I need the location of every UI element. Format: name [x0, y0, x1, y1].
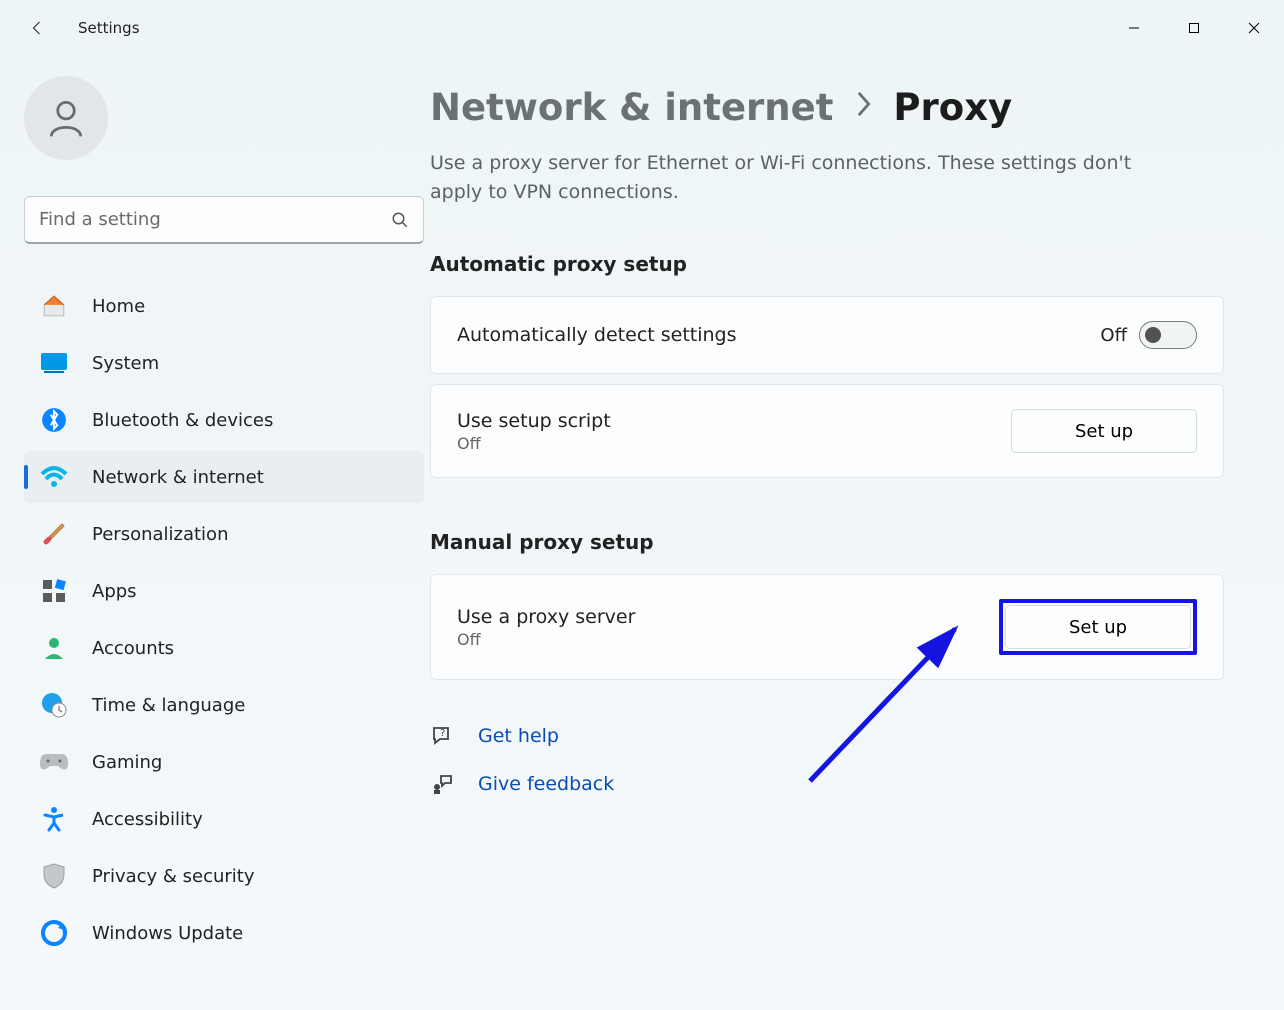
window-controls: [1104, 6, 1284, 50]
maximize-icon: [1188, 22, 1200, 34]
nav-item-personalization[interactable]: Personalization: [24, 508, 424, 560]
link-label: Get help: [478, 725, 559, 747]
nav-item-accounts[interactable]: Accounts: [24, 622, 424, 674]
wifi-icon: [38, 461, 70, 493]
toggle-auto-detect[interactable]: [1139, 321, 1197, 349]
help-icon: ?: [430, 724, 454, 748]
annotation-highlight: Set up: [999, 599, 1197, 655]
nav-item-label: Home: [92, 296, 145, 317]
system-icon: [38, 347, 70, 379]
user-icon: [44, 96, 88, 140]
search-icon: [391, 211, 409, 229]
arrow-left-icon: [29, 19, 47, 37]
search-input[interactable]: [39, 209, 391, 230]
nav-item-bluetooth[interactable]: Bluetooth & devices: [24, 394, 424, 446]
nav-item-label: Accounts: [92, 638, 174, 659]
group-title-manual: Manual proxy setup: [430, 530, 1224, 554]
give-feedback-link[interactable]: Give feedback: [430, 760, 1224, 808]
breadcrumb-current: Proxy: [893, 86, 1012, 129]
nav-item-label: Gaming: [92, 752, 162, 773]
card-state: Off: [457, 434, 1011, 453]
card-setup-script: Use setup script Off Set up: [430, 384, 1224, 478]
nav-item-label: Bluetooth & devices: [92, 410, 273, 431]
close-button[interactable]: [1224, 6, 1284, 50]
main-content: Network & internet Proxy Use a proxy ser…: [430, 56, 1284, 1010]
card-title: Use setup script: [457, 410, 1011, 432]
update-icon: [38, 917, 70, 949]
chevron-right-icon: [853, 90, 873, 125]
apps-icon: [38, 575, 70, 607]
accessibility-icon: [38, 803, 70, 835]
nav-item-label: System: [92, 353, 159, 374]
card-title: Automatically detect settings: [457, 324, 1100, 346]
avatar[interactable]: [24, 76, 108, 160]
proxy-server-setup-button[interactable]: Set up: [1005, 605, 1191, 649]
breadcrumb-parent[interactable]: Network & internet: [430, 86, 833, 129]
toggle-state: Off: [1100, 325, 1127, 346]
button-label: Set up: [1075, 421, 1133, 442]
window-title: Settings: [78, 19, 140, 37]
get-help-link[interactable]: ? Get help: [430, 712, 1224, 760]
nav-item-system[interactable]: System: [24, 337, 424, 389]
nav-item-accessibility[interactable]: Accessibility: [24, 793, 424, 845]
nav-item-label: Apps: [92, 581, 137, 602]
nav-item-label: Privacy & security: [92, 866, 255, 887]
card-title: Use a proxy server: [457, 606, 999, 628]
nav-item-label: Windows Update: [92, 923, 243, 944]
breadcrumb: Network & internet Proxy: [430, 86, 1224, 129]
search-box[interactable]: [24, 196, 424, 244]
nav-item-label: Time & language: [92, 695, 245, 716]
shield-icon: [38, 860, 70, 892]
nav-item-label: Personalization: [92, 524, 228, 545]
card-state: Off: [457, 630, 999, 649]
card-auto-detect: Automatically detect settings Off: [430, 296, 1224, 374]
nav-item-network[interactable]: Network & internet: [24, 451, 424, 503]
group-title-auto: Automatic proxy setup: [430, 252, 1224, 276]
home-icon: [38, 290, 70, 322]
nav-item-windows-update[interactable]: Windows Update: [24, 907, 424, 959]
button-label: Set up: [1069, 617, 1127, 638]
nav-item-apps[interactable]: Apps: [24, 565, 424, 617]
minimize-icon: [1128, 22, 1140, 34]
link-label: Give feedback: [478, 773, 614, 795]
footer-links: ? Get help Give feedback: [430, 712, 1224, 808]
nav-item-label: Accessibility: [92, 809, 203, 830]
nav-list: Home System Bluetooth & devices Network …: [24, 280, 410, 959]
close-icon: [1248, 22, 1260, 34]
clock-globe-icon: [38, 689, 70, 721]
gamepad-icon: [38, 746, 70, 778]
setup-script-button[interactable]: Set up: [1011, 409, 1197, 453]
sidebar: Home System Bluetooth & devices Network …: [0, 56, 430, 1010]
accounts-icon: [38, 632, 70, 664]
card-proxy-server: Use a proxy server Off Set up: [430, 574, 1224, 680]
maximize-button[interactable]: [1164, 6, 1224, 50]
nav-item-home[interactable]: Home: [24, 280, 424, 332]
nav-item-gaming[interactable]: Gaming: [24, 736, 424, 788]
feedback-icon: [430, 772, 454, 796]
title-bar: Settings: [0, 0, 1284, 56]
nav-item-label: Network & internet: [92, 467, 264, 488]
svg-text:?: ?: [440, 728, 445, 739]
page-description: Use a proxy server for Ethernet or Wi-Fi…: [430, 149, 1170, 206]
back-button[interactable]: [20, 10, 56, 46]
paintbrush-icon: [38, 518, 70, 550]
minimize-button[interactable]: [1104, 6, 1164, 50]
nav-item-time-language[interactable]: Time & language: [24, 679, 424, 731]
nav-item-privacy[interactable]: Privacy & security: [24, 850, 424, 902]
bluetooth-icon: [38, 404, 70, 436]
